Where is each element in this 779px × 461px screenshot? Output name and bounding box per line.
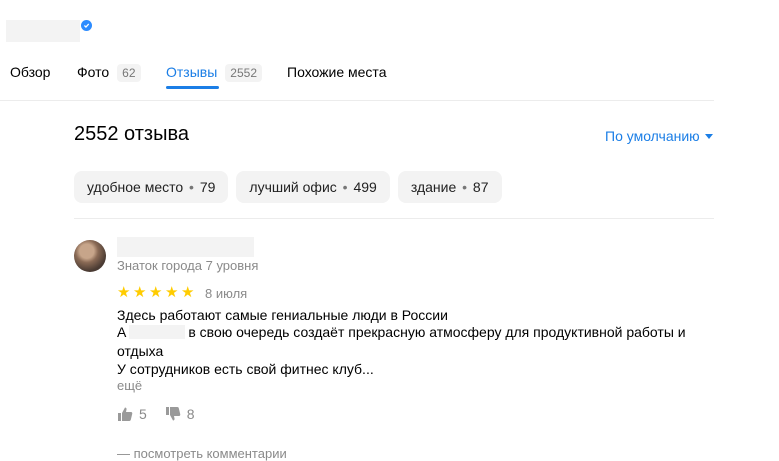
rating-stars: ★ ★ ★ ★ ★	[117, 285, 196, 300]
tab-count: 2552	[225, 64, 262, 82]
like-button[interactable]: 5	[117, 406, 147, 422]
divider	[74, 218, 714, 219]
star-icon: ★	[117, 284, 131, 301]
review-text-line: У сотрудников есть свой фитнес клуб...	[117, 361, 374, 377]
chip-count: 499	[353, 179, 377, 195]
thumbs-down-icon	[165, 407, 181, 421]
chip-convenient-place[interactable]: удобное место • 79	[74, 171, 229, 203]
tab-photos[interactable]: Фото 62	[77, 64, 141, 82]
tab-count: 62	[117, 64, 141, 82]
author-name-redacted[interactable]	[117, 237, 254, 257]
like-count: 5	[139, 406, 147, 422]
star-icon: ★	[149, 284, 163, 301]
author-level: Знаток города 7 уровня	[117, 258, 259, 273]
dislike-count: 8	[186, 406, 195, 422]
tab-bar: Обзор Фото 62 Отзывы 2552 Похожие места	[0, 58, 714, 101]
tab-label: Отзывы	[166, 64, 218, 80]
tab-label: Обзор	[10, 64, 51, 80]
redacted-company-name	[129, 325, 186, 339]
read-more-link[interactable]: ещё	[117, 378, 142, 393]
chip-label: лучший офис	[249, 179, 337, 195]
tab-label: Фото	[77, 64, 110, 80]
chip-label: здание	[410, 179, 457, 195]
review-text-line: Здесь работают самые гениальные люди в Р…	[117, 307, 448, 323]
sort-label: По умолчанию	[605, 128, 700, 144]
place-name-redacted	[6, 20, 80, 42]
review-text-line: Ав свою очередь создаёт прекрасную атмос…	[117, 324, 686, 340]
review-reactions: 5 8	[117, 406, 213, 422]
chip-building[interactable]: здание • 87	[397, 171, 502, 203]
sort-dropdown[interactable]: По умолчанию	[605, 128, 713, 144]
tab-overview[interactable]: Обзор	[10, 64, 50, 80]
chip-count: 87	[472, 179, 489, 195]
chip-label: удобное место	[87, 179, 184, 195]
tab-similar-places[interactable]: Похожие места	[287, 64, 386, 80]
reviews-heading: 2552 отзыва	[74, 123, 189, 145]
review-date: 8 июля	[205, 286, 248, 301]
verified-icon	[81, 20, 92, 31]
active-tab-indicator	[166, 86, 219, 89]
review-text-line: отдыха	[117, 343, 164, 359]
chip-best-office[interactable]: лучший офис • 499	[236, 171, 390, 203]
view-comments-link[interactable]: — посмотреть комментарии	[117, 446, 287, 461]
review-tag-chips: удобное место • 79 лучший офис • 499 зда…	[74, 171, 502, 203]
tab-label: Похожие места	[287, 64, 387, 80]
star-icon: ★	[181, 284, 195, 301]
tab-reviews[interactable]: Отзывы 2552	[166, 64, 262, 82]
thumbs-up-icon	[118, 407, 133, 421]
chevron-down-icon	[704, 133, 713, 139]
star-icon: ★	[133, 284, 147, 301]
star-icon: ★	[165, 284, 179, 301]
dislike-button[interactable]: 8	[165, 406, 195, 422]
avatar[interactable]	[74, 240, 106, 272]
chip-count: 79	[199, 179, 216, 195]
